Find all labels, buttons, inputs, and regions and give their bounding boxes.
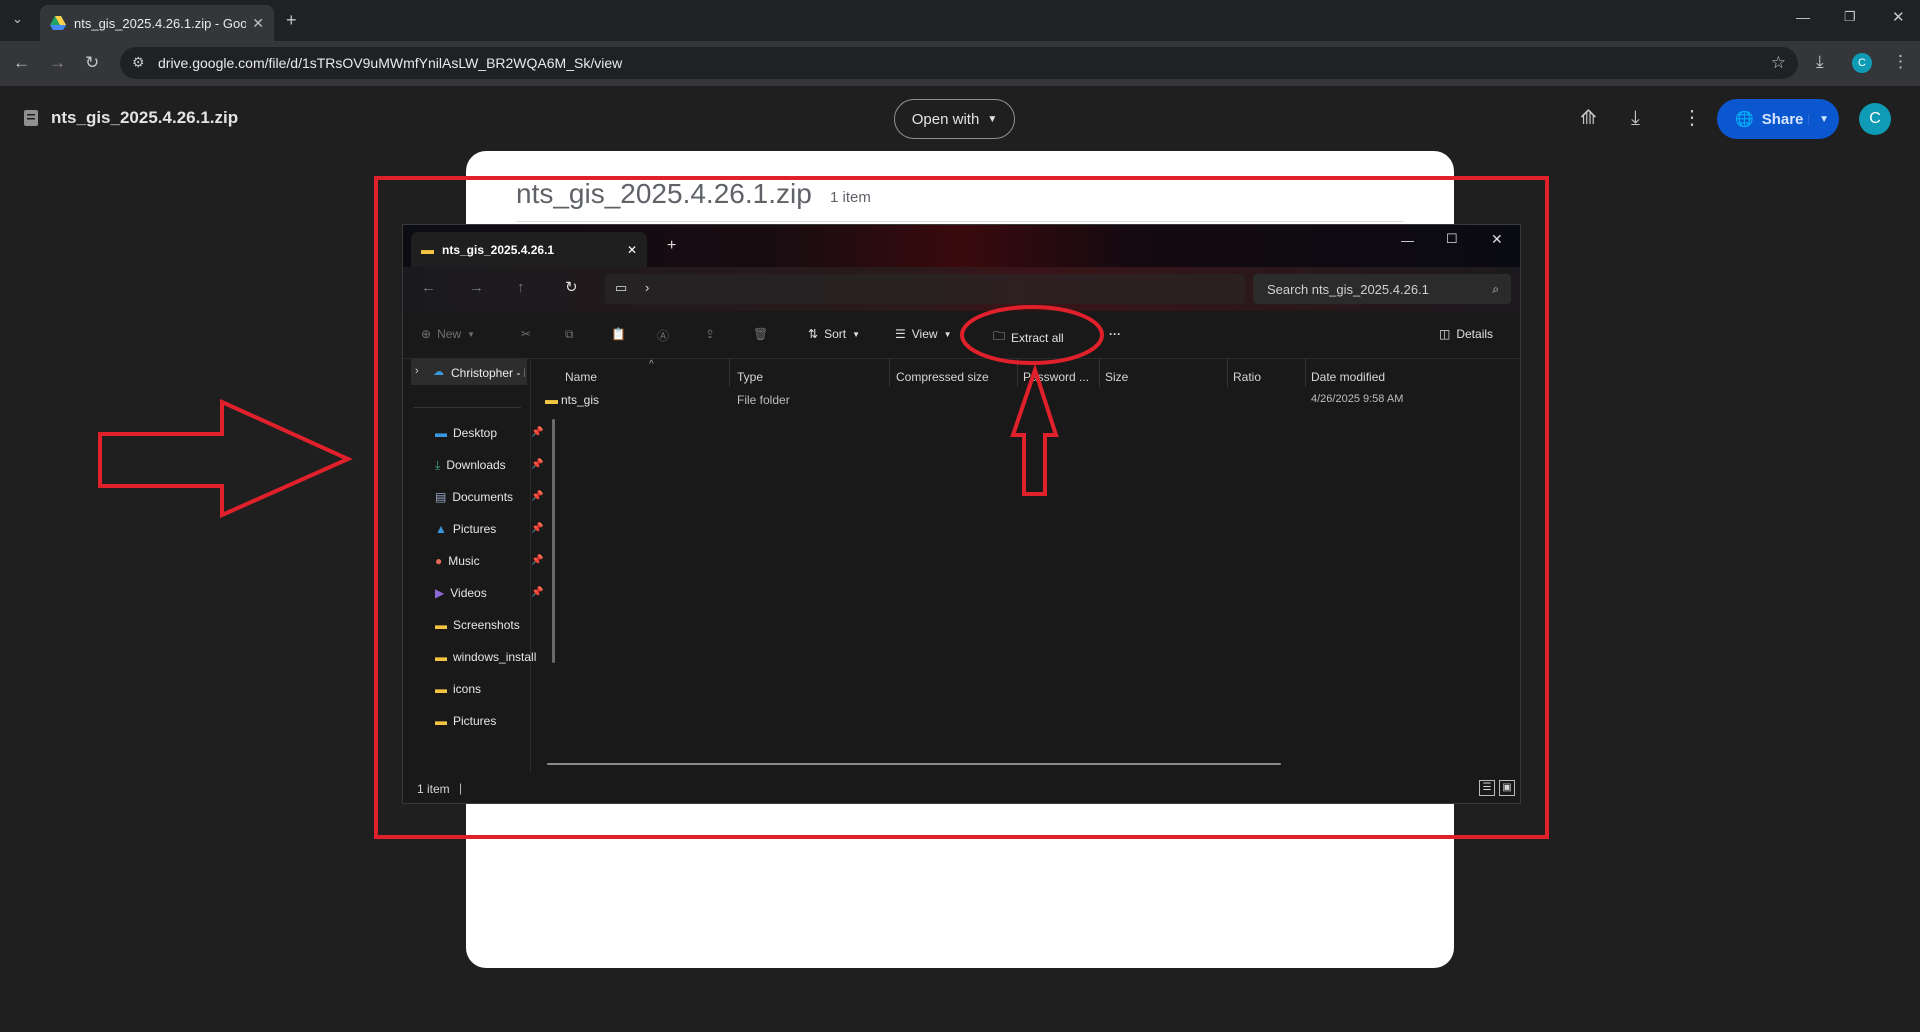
annotation-overlay: [98, 305, 1104, 519]
extract-all-circle-annotation: [960, 305, 1104, 365]
up-arrow-annotation: [1010, 363, 1059, 496]
right-arrow-annotation: [98, 398, 353, 519]
